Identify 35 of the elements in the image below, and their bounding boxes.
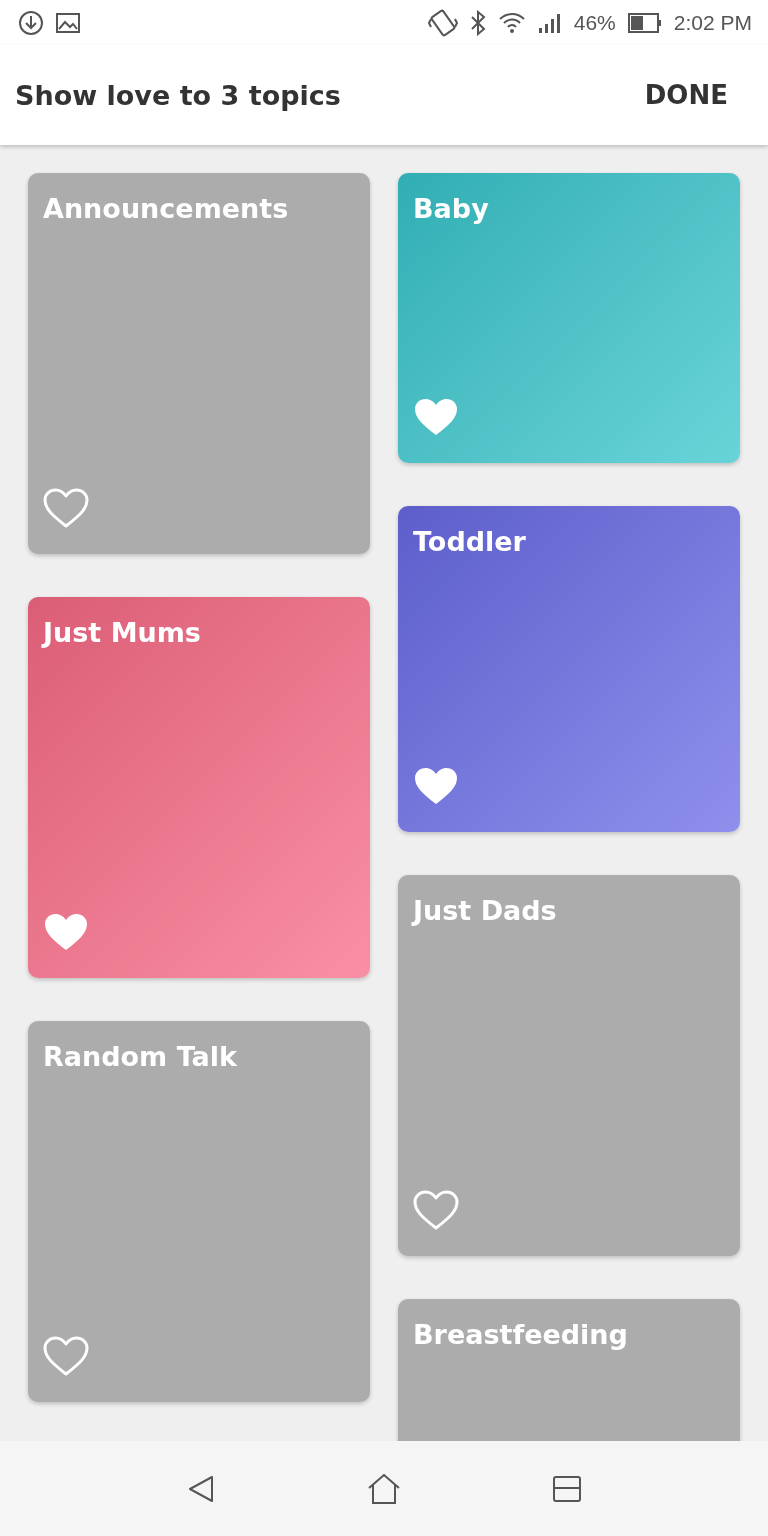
- wifi-icon: [497, 10, 526, 35]
- image-icon: [56, 12, 80, 33]
- home-button[interactable]: [367, 1472, 401, 1505]
- vibrate-icon: [427, 8, 458, 37]
- download-icon: [18, 9, 44, 36]
- page-title: Show love to 3 topics: [15, 79, 341, 111]
- heart-icon[interactable]: [43, 1336, 89, 1376]
- heart-icon[interactable]: [43, 912, 89, 952]
- topic-card[interactable]: Breastfeeding: [398, 1299, 740, 1441]
- topic-card[interactable]: Random Talk: [28, 1021, 370, 1402]
- heart-icon[interactable]: [43, 488, 89, 528]
- topic-name: Random Talk: [43, 1041, 237, 1072]
- topic-name: Just Mums: [43, 617, 201, 648]
- heart-icon[interactable]: [413, 397, 459, 437]
- topic-name: Baby: [413, 193, 489, 224]
- topic-card[interactable]: Just Mums: [28, 597, 370, 978]
- recents-button[interactable]: [552, 1473, 583, 1504]
- signal-icon: [537, 11, 562, 34]
- topic-card[interactable]: Baby: [398, 173, 740, 463]
- battery-percent: 46%: [573, 10, 616, 35]
- home-icon: [367, 1472, 401, 1505]
- recents-icon: [552, 1473, 583, 1504]
- topic-card[interactable]: Toddler: [398, 506, 740, 832]
- battery-icon: [627, 12, 662, 33]
- topic-name: Breastfeeding: [413, 1319, 628, 1350]
- topic-name: Just Dads: [413, 895, 557, 926]
- done-button[interactable]: DONE: [644, 80, 728, 110]
- heart-icon[interactable]: [413, 766, 459, 806]
- topic-card[interactable]: Just Dads: [398, 875, 740, 1256]
- topic-card[interactable]: Announcements: [28, 173, 370, 554]
- clock-time: 2:02 PM: [673, 10, 752, 35]
- heart-icon[interactable]: [413, 1190, 459, 1230]
- topic-name: Announcements: [43, 193, 289, 224]
- topic-name: Toddler: [413, 526, 526, 557]
- bluetooth-icon: [469, 9, 486, 36]
